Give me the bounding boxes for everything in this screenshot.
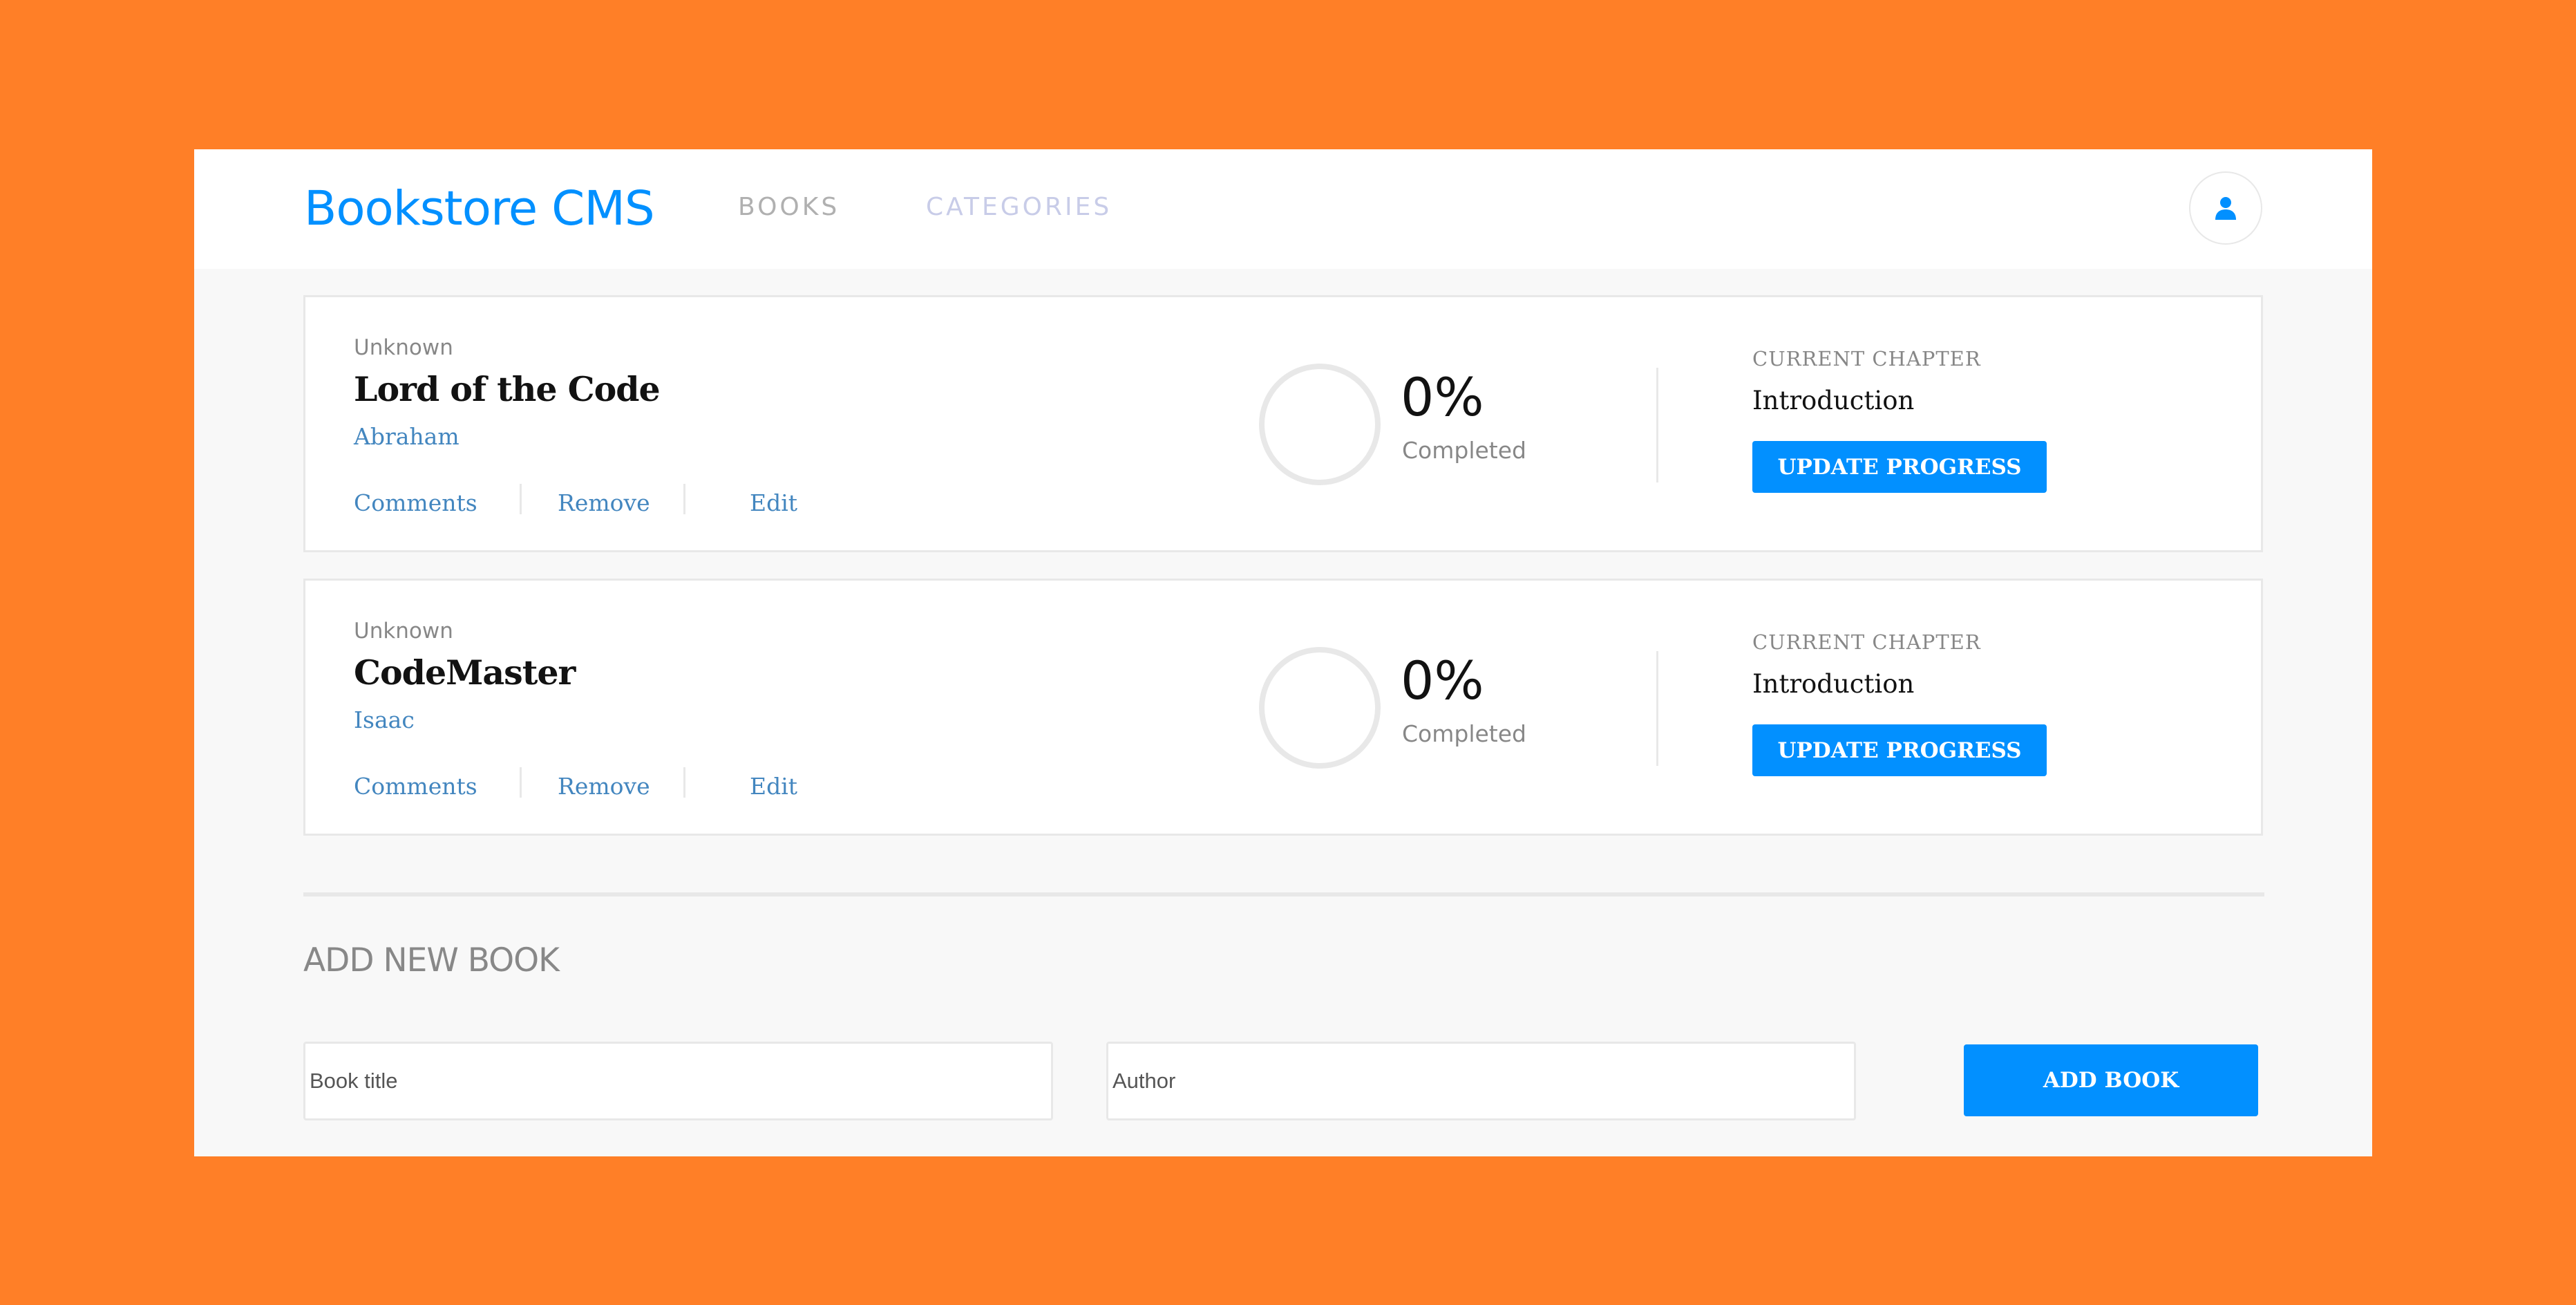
book-title-input[interactable] bbox=[303, 1042, 1053, 1120]
progress-percent: 0% bbox=[1401, 366, 1484, 428]
book-card: Unknown CodeMaster Isaac Comments Remove… bbox=[303, 579, 2263, 836]
remove-button[interactable]: Remove bbox=[558, 489, 650, 516]
user-button[interactable] bbox=[2189, 171, 2262, 245]
progress-label: Completed bbox=[1402, 720, 1526, 747]
edit-button[interactable]: Edit bbox=[750, 773, 797, 800]
book-author[interactable]: Abraham bbox=[354, 423, 460, 450]
action-divider bbox=[683, 484, 685, 514]
progress-divider bbox=[1656, 651, 1658, 766]
book-card: Unknown Lord of the Code Abraham Comment… bbox=[303, 295, 2263, 552]
nav-books[interactable]: BOOKS bbox=[738, 193, 840, 221]
progress-ring bbox=[1259, 647, 1381, 769]
remove-button[interactable]: Remove bbox=[558, 773, 650, 800]
current-chapter: Introduction bbox=[1752, 669, 1915, 699]
progress-percent: 0% bbox=[1401, 650, 1484, 711]
app-window: Bookstore CMS BOOKS CATEGORIES Unknown L… bbox=[194, 149, 2372, 1156]
action-divider bbox=[520, 484, 522, 514]
progress-divider bbox=[1656, 368, 1658, 482]
section-divider bbox=[303, 892, 2264, 896]
user-icon bbox=[2215, 197, 2236, 220]
book-author[interactable]: Isaac bbox=[354, 706, 415, 733]
author-input[interactable] bbox=[1106, 1042, 1856, 1120]
navbar: Bookstore CMS BOOKS CATEGORIES bbox=[194, 149, 2372, 269]
update-progress-button[interactable]: UPDATE PROGRESS bbox=[1752, 441, 2047, 493]
book-title: CodeMaster bbox=[354, 652, 576, 693]
comments-button[interactable]: Comments bbox=[354, 773, 477, 800]
edit-button[interactable]: Edit bbox=[750, 489, 797, 516]
current-chapter-label: CURRENT CHAPTER bbox=[1752, 347, 1981, 370]
current-chapter: Introduction bbox=[1752, 386, 1915, 415]
current-chapter-label: CURRENT CHAPTER bbox=[1752, 630, 1981, 654]
action-divider bbox=[683, 767, 685, 798]
update-progress-button[interactable]: UPDATE PROGRESS bbox=[1752, 724, 2047, 776]
progress-label: Completed bbox=[1402, 437, 1526, 464]
add-book-button[interactable]: ADD BOOK bbox=[1964, 1044, 2258, 1116]
progress-ring bbox=[1259, 364, 1381, 485]
action-divider bbox=[520, 767, 522, 798]
nav-categories[interactable]: CATEGORIES bbox=[926, 193, 1112, 221]
book-genre: Unknown bbox=[354, 619, 453, 644]
book-genre: Unknown bbox=[354, 335, 453, 360]
brand-title[interactable]: Bookstore CMS bbox=[304, 181, 655, 236]
comments-button[interactable]: Comments bbox=[354, 489, 477, 516]
book-title: Lord of the Code bbox=[354, 369, 661, 409]
add-book-heading: ADD NEW BOOK bbox=[303, 941, 560, 979]
